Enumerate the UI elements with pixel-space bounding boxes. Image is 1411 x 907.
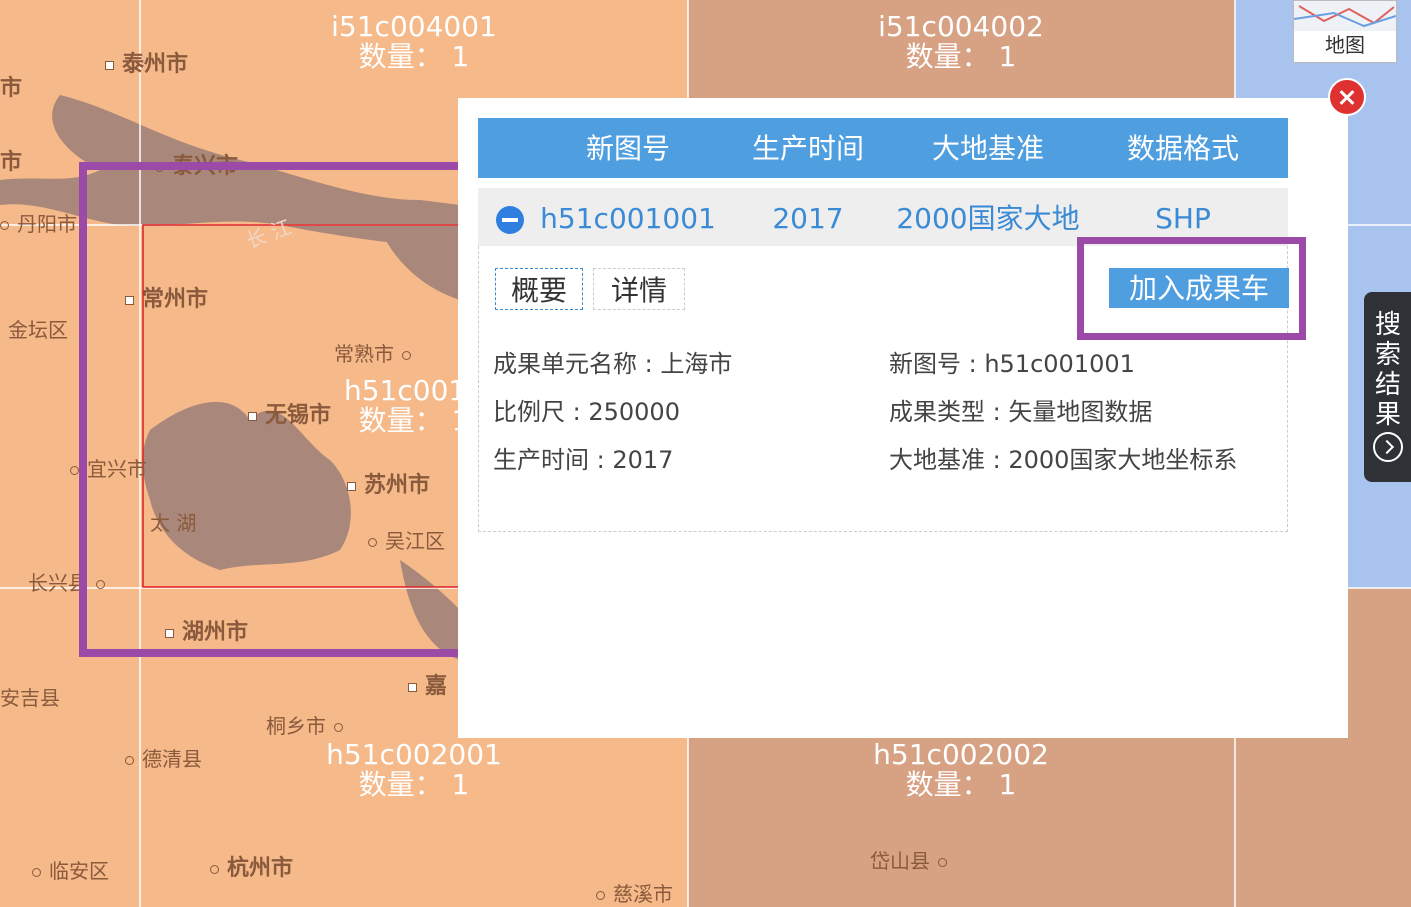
tab-overview[interactable]: 概要 xyxy=(495,268,583,310)
place-label: 泰州市 xyxy=(105,46,188,78)
place-label: 市 xyxy=(0,76,23,101)
basemap-switcher[interactable]: 地图 xyxy=(1293,0,1397,63)
collapse-icon[interactable] xyxy=(496,206,524,234)
chevron-right-icon xyxy=(1373,432,1403,462)
column-header: 生产时间 xyxy=(751,132,864,165)
grid-cell-id: i51c004001 xyxy=(331,10,497,43)
close-icon[interactable] xyxy=(1328,78,1366,116)
place-label: 岱山县 xyxy=(870,845,955,874)
cell-year: 2017 xyxy=(772,202,844,235)
grid-cell-id: h51c002002 xyxy=(873,738,1049,771)
place-label: 德清县 xyxy=(125,743,202,772)
button-highlight xyxy=(1077,237,1306,340)
place-label: 桐乡市 xyxy=(266,710,351,739)
place-label: 临安区 xyxy=(32,855,109,884)
field-type: 成果类型 : 矢量地图数据 xyxy=(889,398,1153,426)
field-scale: 比例尺 : 250000 xyxy=(493,398,680,426)
grid-cell-count: 数量： 1 xyxy=(358,40,470,73)
search-results-tab[interactable]: 搜索结果 xyxy=(1364,292,1411,482)
cell-map-no: h51c001001 xyxy=(540,202,716,235)
place-label: 市 xyxy=(0,150,23,175)
column-header: 数据格式 xyxy=(1126,132,1239,165)
grid-cell-count: 数量： 1 xyxy=(358,768,470,801)
tab-detail[interactable]: 详情 xyxy=(593,268,685,310)
field-new-map-no: 新图号 : h51c001001 xyxy=(889,350,1135,378)
grid-cell-label: i51c004002 数量： 1 xyxy=(831,12,1091,72)
field-unit-name: 成果单元名称 : 上海市 xyxy=(493,350,733,378)
grid-cell-label: i51c004001 数量： 1 xyxy=(284,12,544,72)
grid-cell-label: h51c002002 数量： 1 xyxy=(831,740,1091,800)
table-header: 新图号 生产时间 大地基准 数据格式 xyxy=(478,118,1288,178)
search-results-label: 搜索结果 xyxy=(1374,310,1401,430)
grid-cell-id: h51c002001 xyxy=(326,738,502,771)
grid-cell-count: 数量： 1 xyxy=(905,40,1017,73)
grid-cell-label: h51c002001 数量： 1 xyxy=(284,740,544,800)
cell-datum: 2000国家大地 xyxy=(896,202,1080,235)
place-label: 慈溪市 xyxy=(596,878,673,907)
column-header: 大地基准 xyxy=(931,132,1044,165)
place-label: 安吉县 xyxy=(0,686,60,710)
selection-highlight xyxy=(79,162,487,657)
place-label: 嘉 xyxy=(408,668,447,700)
grid-cell-id: i51c004002 xyxy=(878,10,1044,43)
grid-cell-count: 数量： 1 xyxy=(905,768,1017,801)
basemap-thumbnail xyxy=(1294,1,1396,31)
field-time: 生产时间 : 2017 xyxy=(493,446,674,474)
place-label: 杭州市 xyxy=(210,850,293,882)
place-label: 金坛区 xyxy=(8,318,68,342)
field-datum: 大地基准 : 2000国家大地坐标系 xyxy=(889,446,1238,474)
column-header: 新图号 xyxy=(585,132,670,165)
place-label: 丹阳市 xyxy=(0,208,77,237)
basemap-label: 地图 xyxy=(1325,33,1365,57)
result-popup: 新图号 生产时间 大地基准 数据格式 h51c001001 2017 2000国… xyxy=(458,98,1348,738)
